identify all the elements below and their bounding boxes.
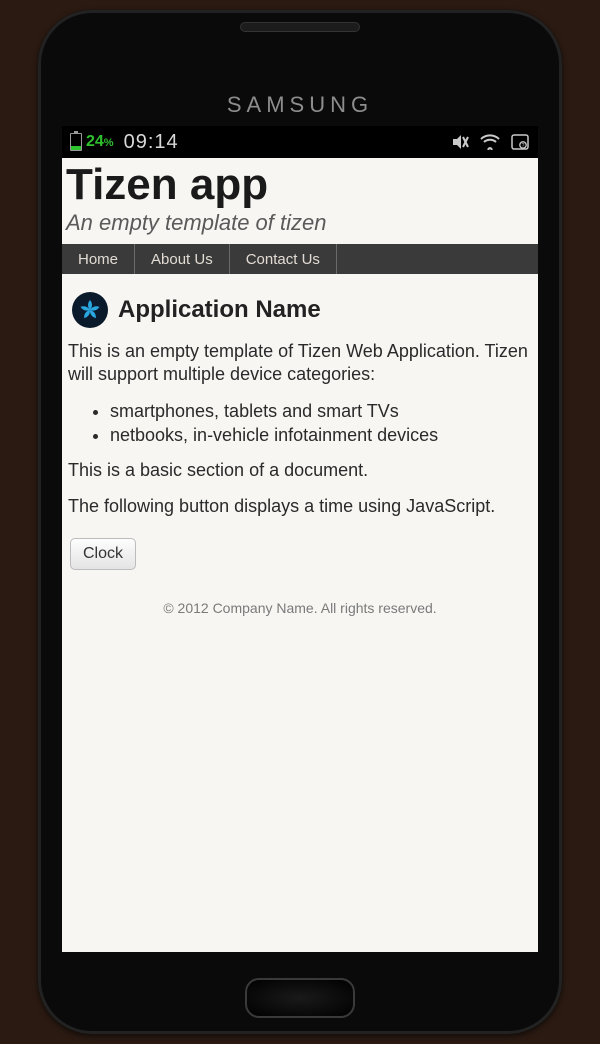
nav-home[interactable]: Home	[62, 244, 135, 274]
page-subtitle: An empty template of tizen	[66, 210, 534, 236]
battery-percent: 24%	[86, 133, 114, 151]
list-item: smartphones, tablets and smart TVs	[110, 399, 538, 423]
vibrate-icon	[450, 133, 470, 151]
footer-text: © 2012 Company Name. All rights reserved…	[62, 600, 538, 616]
home-button[interactable]	[245, 978, 355, 1018]
intro-text: This is an empty template of Tizen Web A…	[68, 340, 532, 387]
device-brand: SAMSUNG	[38, 92, 562, 118]
nav-bar: Home About Us Contact Us	[62, 244, 538, 274]
screen: 24% 09:14 ? Tizen app An empty template …	[62, 126, 538, 952]
status-bar: 24% 09:14 ?	[62, 126, 538, 158]
app-viewport: Tizen app An empty template of tizen Hom…	[62, 160, 538, 616]
battery-percent-value: 24	[86, 133, 104, 150]
page-title: Tizen app	[66, 160, 534, 210]
app-logo-icon	[72, 292, 108, 328]
nav-contact[interactable]: Contact Us	[230, 244, 337, 274]
section-text: This is a basic section of a document.	[68, 459, 532, 482]
phone-frame: SAMSUNG 24% 09:14 ? Tizen app An empty t…	[38, 10, 562, 1034]
speaker-grille	[240, 22, 360, 32]
app-header: Application Name	[72, 292, 528, 328]
clock-button[interactable]: Clock	[70, 538, 136, 570]
button-description: The following button displays a time usi…	[68, 495, 532, 518]
svg-text:?: ?	[522, 143, 525, 149]
percent-sign: %	[104, 137, 114, 149]
battery-fill	[71, 146, 81, 150]
wifi-icon	[480, 134, 500, 150]
device-list: smartphones, tablets and smart TVs netbo…	[92, 399, 538, 448]
status-time: 09:14	[124, 131, 179, 154]
nav-about[interactable]: About Us	[135, 244, 230, 274]
list-item: netbooks, in-vehicle infotainment device…	[110, 423, 538, 447]
application-name: Application Name	[118, 296, 321, 324]
sync-icon: ?	[510, 133, 530, 151]
battery-icon	[70, 133, 82, 151]
